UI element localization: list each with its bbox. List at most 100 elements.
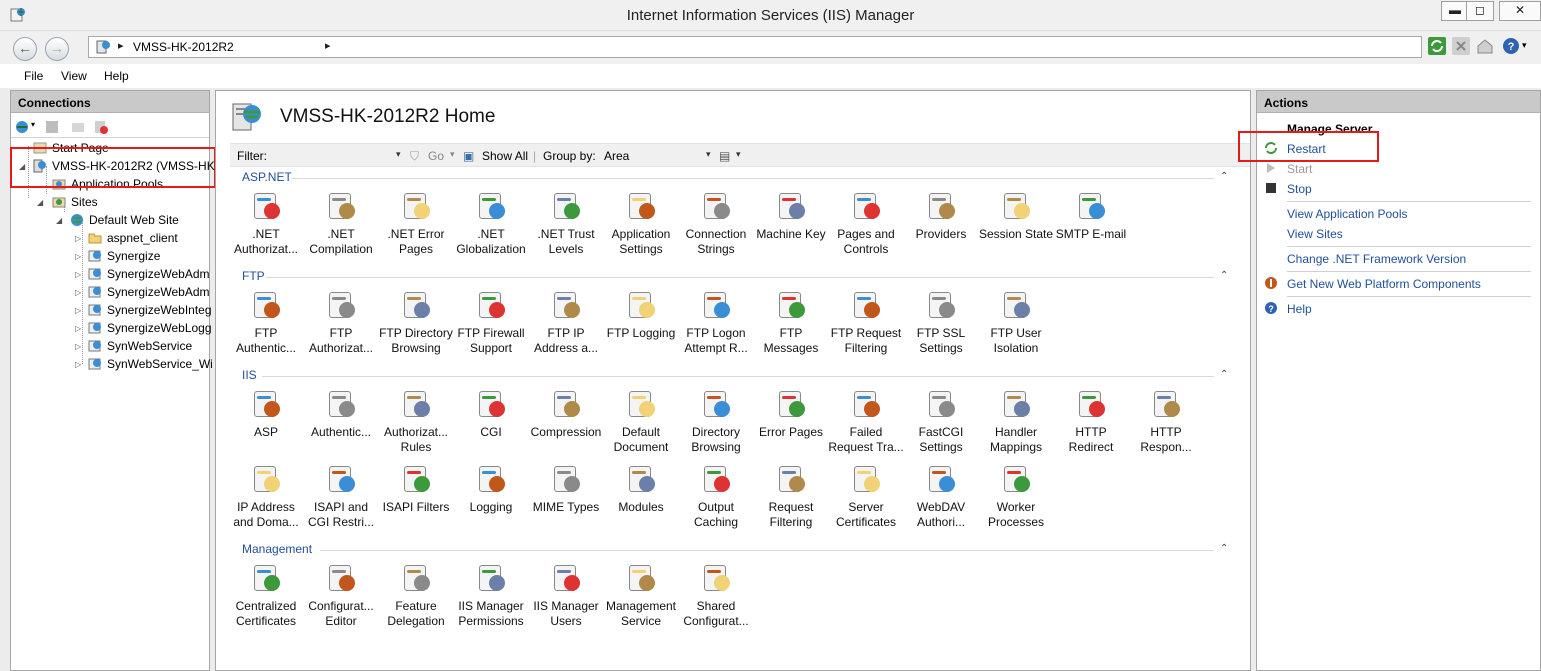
feature-failed-request-tra[interactable]: Failed Request Tra... [828,389,904,455]
tree-item-sites[interactable]: Sites [52,194,98,212]
go-dropdown-icon[interactable]: ▾ [450,149,455,160]
go-funnel-icon[interactable]: ⛉ [410,149,419,164]
feature-logging[interactable]: Logging [453,464,529,515]
start-action[interactable]: Start [1287,162,1312,176]
view-mode-icon[interactable]: ▤ [719,149,730,163]
feature-request-filtering[interactable]: Request Filtering [753,464,829,530]
tree-item-synergizewebadm-2[interactable]: SynergizeWebAdm [88,284,210,302]
collapse-ftp-icon[interactable]: ⌃ [1220,270,1228,281]
feature-machine-key[interactable]: Machine Key [753,191,829,242]
tree-item-aspnet-client[interactable]: aspnet_client [88,230,178,248]
feature-ftp-ssl-settings[interactable]: FTP SSL Settings [903,290,979,356]
feature-application-settings[interactable]: Application Settings [603,191,679,257]
stop-icon[interactable] [1452,37,1470,55]
feature-net-globalization[interactable]: .NET Globalization [453,191,529,257]
expand-icon[interactable]: ▷ [75,270,81,279]
connect-dropdown-icon[interactable]: ▾ [31,120,35,129]
feature-handler-mappings[interactable]: Handler Mappings [978,389,1054,455]
refresh-icon[interactable] [1428,37,1446,55]
expand-icon[interactable]: ▷ [75,360,81,369]
delete-connection-icon[interactable] [93,119,109,135]
group-by-select[interactable]: Area [604,149,629,163]
save-icon[interactable] [44,119,60,135]
expand-icon[interactable]: ▷ [75,234,81,243]
expand-icon[interactable]: ▷ [75,252,81,261]
feature-cgi[interactable]: CGI [453,389,529,440]
breadcrumb-separator[interactable]: ▸ [325,39,331,52]
collapse-iis-icon[interactable]: ⌃ [1220,369,1228,380]
get-web-platform-components-action[interactable]: Get New Web Platform Components [1287,277,1481,291]
expand-icon[interactable]: ▷ [75,324,81,333]
filter-input[interactable] [278,147,386,163]
feature-authorizat-rules[interactable]: Authorizat... Rules [378,389,454,455]
feature-smtp-e-mail[interactable]: SMTP E-mail [1053,191,1129,242]
help-dropdown-icon[interactable]: ▾ [1522,40,1527,51]
group-by-dropdown-icon[interactable]: ▾ [706,149,711,160]
collapse-management-icon[interactable]: ⌃ [1220,543,1228,554]
feature-ftp-authorizat[interactable]: FTP Authorizat... [303,290,379,356]
expand-icon[interactable]: ▷ [75,288,81,297]
feature-compression[interactable]: Compression [528,389,604,440]
feature-isapi-and-cgi-restri[interactable]: ISAPI and CGI Restri... [303,464,379,530]
feature-default-document[interactable]: Default Document [603,389,679,455]
forward-button[interactable]: → [45,37,69,61]
feature-mime-types[interactable]: MIME Types [528,464,604,515]
feature-ftp-request-filtering[interactable]: FTP Request Filtering [828,290,904,356]
feature-iis-manager-users[interactable]: IIS Manager Users [528,563,604,629]
feature-fastcgi-settings[interactable]: FastCGI Settings [903,389,979,455]
tree-item-default-web-site[interactable]: Default Web Site [70,212,179,230]
tree-item-synwebservice[interactable]: SynWebService [88,338,192,356]
tree-item-synergizeweblogg[interactable]: SynergizeWebLogg [88,320,212,338]
feature-ftp-logon-attempt-r[interactable]: FTP Logon Attempt R... [678,290,754,356]
tree-item-synergizewebinteg[interactable]: SynergizeWebInteg [88,302,212,320]
minimize-button[interactable]: ▬ [1441,1,1469,21]
feature-net-error-pages[interactable]: .NET Error Pages [378,191,454,257]
feature-providers[interactable]: Providers [903,191,979,242]
feature-ip-address-and-doma[interactable]: IP Address and Doma... [228,464,304,530]
feature-management-service[interactable]: Management Service [603,563,679,629]
feature-connection-strings[interactable]: Connection Strings [678,191,754,257]
go-button[interactable]: Go [428,149,444,163]
feature-ftp-directory-browsing[interactable]: FTP Directory Browsing [378,290,454,356]
feature-worker-processes[interactable]: Worker Processes [978,464,1054,530]
expand-icon[interactable]: ▷ [75,306,81,315]
feature-net-compilation[interactable]: .NET Compilation [303,191,379,257]
feature-ftp-logging[interactable]: FTP Logging [603,290,679,341]
feature-net-trust-levels[interactable]: .NET Trust Levels [528,191,604,257]
section-iis[interactable]: IIS [242,368,257,382]
feature-authentic[interactable]: Authentic... [303,389,379,440]
feature-modules[interactable]: Modules [603,464,679,515]
feature-server-certificates[interactable]: Server Certificates [828,464,904,530]
feature-ftp-ip-address-a[interactable]: FTP IP Address a... [528,290,604,356]
feature-output-caching[interactable]: Output Caching [678,464,754,530]
feature-isapi-filters[interactable]: ISAPI Filters [378,464,454,515]
up-icon[interactable] [70,119,86,135]
feature-http-redirect[interactable]: HTTP Redirect [1053,389,1129,455]
back-button[interactable]: ← [13,37,37,61]
collapse-aspnet-icon[interactable]: ⌃ [1220,171,1228,182]
feature-feature-delegation[interactable]: Feature Delegation [378,563,454,629]
feature-webdav-authori[interactable]: WebDAV Authori... [903,464,979,530]
feature-net-authorizat[interactable]: .NET Authorizat... [228,191,304,257]
feature-pages-and-controls[interactable]: Pages and Controls [828,191,904,257]
maximize-button[interactable]: ◻ [1466,1,1494,21]
stop-action[interactable]: Stop [1287,182,1312,196]
collapse-default-site-icon[interactable]: ◢ [56,216,62,225]
filter-dropdown-icon[interactable]: ▾ [396,149,401,160]
feature-session-state[interactable]: Session State [978,191,1054,242]
menu-file[interactable]: File [24,69,43,83]
feature-ftp-firewall-support[interactable]: FTP Firewall Support [453,290,529,356]
feature-asp[interactable]: ASP [228,389,304,440]
expand-icon[interactable]: ▷ [75,342,81,351]
feature-centralized-certificates[interactable]: Centralized Certificates [228,563,304,629]
feature-ftp-user-isolation[interactable]: FTP User Isolation [978,290,1054,356]
feature-ftp-authentic[interactable]: FTP Authentic... [228,290,304,356]
tree-item-synergize[interactable]: Synergize [88,248,160,266]
tree-item-synergizewebadm-1[interactable]: SynergizeWebAdm [88,266,210,284]
view-sites-action[interactable]: View Sites [1287,227,1343,241]
help-action[interactable]: Help [1287,302,1312,316]
menu-view[interactable]: View [61,69,87,83]
show-all-icon[interactable]: ▣ [463,149,474,163]
feature-directory-browsing[interactable]: Directory Browsing [678,389,754,455]
feature-iis-manager-permissions[interactable]: IIS Manager Permissions [453,563,529,629]
